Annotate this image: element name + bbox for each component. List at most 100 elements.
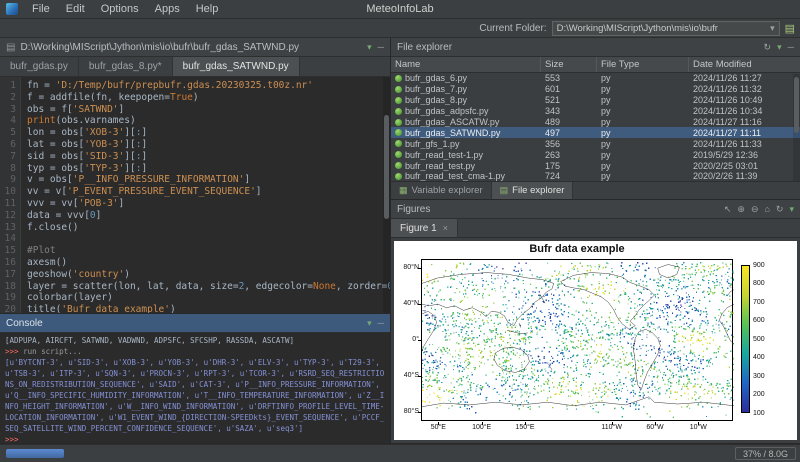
code-line: typ = obs['TYP-3'][:] [27,163,390,175]
map-plot[interactable] [421,259,733,421]
file-row[interactable]: bufr_gdas_6.py553py2024/11/26 11:27 [391,73,800,84]
figure-tabbar: Figure 1 × [391,219,800,238]
x-tick-mark [525,422,526,425]
file-row[interactable]: bufr_gdas_adpsfc.py343py2024/11/26 10:34 [391,106,800,117]
x-tick-label: 50°E [423,424,453,431]
full-extent-icon[interactable]: ⌂ [764,204,769,214]
file-row[interactable]: bufr_gdas_8.py521py2024/11/26 10:49 [391,95,800,106]
status-bar: 37% / 8.0G [0,444,800,462]
chevron-down-icon[interactable]: ▾ [770,23,775,34]
figure-canvas-area[interactable]: Bufr data example 50°E100°E150°E110°W60°… [394,241,797,440]
zoom-out-icon[interactable]: ⊖ [751,204,759,215]
column-name[interactable]: Name [391,57,541,72]
file-table: Name Size File Type Date Modified bufr_g… [391,57,800,181]
console-title: Console [6,318,43,329]
file-row[interactable]: bufr_gdas_7.py601py2024/11/26 11:32 [391,84,800,95]
x-tick-label: 60°W [640,424,670,431]
figures-title: Figures [397,204,430,215]
editor-tab-3[interactable]: bufr_gdas_SATWND.py [173,57,300,76]
colorbar-tick-label: 700 [753,299,765,306]
browse-folder-icon[interactable]: ▤ [785,22,795,35]
tab-file-explorer-label: File explorer [512,185,564,196]
py-file-icon [395,129,402,136]
file-table-header: Name Size File Type Date Modified [391,57,800,73]
y-tick-mark [418,268,421,269]
colorbar [741,265,750,413]
menu-options[interactable]: Options [93,3,147,15]
y-tick-mark [418,340,421,341]
menu-file[interactable]: File [24,3,58,15]
code-line: axesm() [27,257,390,269]
code-line: lon = obs['XOB-3'][:] [27,127,390,139]
x-tick-label: 100°E [467,424,497,431]
zoom-in-icon[interactable]: ⊕ [737,204,745,215]
file-row[interactable]: bufr_gfs_1.py356py2024/11/26 11:33 [391,138,800,149]
code-line: obs = f['SATWND'] [27,104,390,116]
code-line: layer = scatter(lon, lat, data, size=2, … [27,281,390,293]
py-file-icon [395,75,402,82]
code-line: f.close() [27,222,390,234]
file-row[interactable]: bufr_read_test.py175py2020/2/25 03:01 [391,160,800,171]
menu-edit[interactable]: Edit [58,3,93,15]
refresh-icon[interactable]: ↻ [764,42,772,53]
editor-scrollbar[interactable] [383,77,390,313]
console-line: >>> [5,434,385,443]
py-file-icon [395,151,402,158]
progress-bar [6,449,64,458]
column-date-modified[interactable]: Date Modified [689,57,800,72]
column-size[interactable]: Size [541,57,597,72]
colorbar-tick-label: 100 [753,410,765,417]
file-list-scrollbar[interactable] [793,74,800,181]
editor-tab-1[interactable]: bufr_gdas.py [0,57,79,76]
float-panel-icon[interactable]: ▾ [367,318,372,329]
table-icon: ▦ [399,185,408,196]
py-file-icon [395,162,402,169]
menu-help[interactable]: Help [188,3,227,15]
current-folder-value: D:\Working\MIScript\Jython\mis\io\bufr [557,23,718,34]
tab-variable-explorer[interactable]: ▦ Variable explorer [391,182,492,199]
code-editor[interactable]: 1234567891011121314151617181920 fn = 'D:… [0,77,390,313]
colorbar-tick-label: 300 [753,373,765,380]
file-explorer-header: File explorer ↻▾─ [391,38,800,57]
y-tick-mark [418,412,421,413]
code-line: vvv = vv['POB-3'] [27,198,390,210]
x-tick-mark [612,422,613,425]
current-folder-combobox[interactable]: D:\Working\MIScript\Jython\mis\io\bufr ▾ [552,21,780,36]
minimize-panel-icon[interactable]: ─ [788,42,794,52]
code-line: fn = 'D:/Temp/bufr/prepbufr.gdas.2023032… [27,80,390,92]
py-file-icon [395,86,402,93]
float-panel-icon[interactable]: ▾ [367,42,372,53]
x-tick-mark [698,422,699,425]
colorbar-tick-label: 800 [753,280,765,287]
tab-file-explorer[interactable]: ▤ File explorer [492,182,574,199]
tab-variable-explorer-label: Variable explorer [412,185,483,196]
file-row[interactable]: bufr_gdas_ASCATW.py489py2024/11/27 11:16 [391,117,800,128]
minimize-panel-icon[interactable]: ─ [378,318,384,328]
colorbar-tick-label: 200 [753,391,765,398]
py-file-icon [395,119,402,126]
close-icon[interactable]: × [443,223,448,233]
editor-file-path: D:\Working\MIScript\Jython\mis\io\bufr\b… [20,42,299,53]
figure-area: Bufr data example 50°E100°E150°E110°W60°… [391,238,800,443]
code-line [27,233,390,245]
tab-figure-1[interactable]: Figure 1 × [391,219,458,237]
code-text[interactable]: fn = 'D:/Temp/bufr/prepbufr.gdas.2023032… [21,77,390,313]
file-explorer-panel: File explorer ↻ ▾ ─ Name Size File Type Da… [391,38,800,200]
menu-apps[interactable]: Apps [147,3,188,15]
y-tick-label: 40°S [395,372,419,379]
refresh-icon[interactable]: ↻ [776,204,784,215]
file-row[interactable]: bufr_gdas_SATWND.py497py2024/11/27 11:11 [391,127,800,138]
float-panel-icon[interactable]: ▾ [777,42,782,53]
float-panel-icon[interactable]: ▾ [789,204,794,215]
console-panel: Console ▾ ─ [ADPUPA, AIRCFT, SATWND, VADW… [0,314,390,444]
console-output[interactable]: [ADPUPA, AIRCFT, SATWND, VADWND, ADPSFC,… [0,333,390,443]
file-row[interactable]: bufr_read_test_cma-1.py724py2020/2/26 11… [391,171,800,181]
minimize-panel-icon[interactable]: ─ [378,42,384,52]
editor-tab-2[interactable]: bufr_gdas_8.py* [79,57,173,76]
cursor-icon[interactable]: ↖ [724,204,732,215]
column-file-type[interactable]: File Type [597,57,689,72]
colorbar-tick-label: 900 [753,262,765,269]
memory-indicator: 37% / 8.0G [735,447,796,460]
file-row[interactable]: bufr_read_test-1.py263py2019/5/29 12:36 [391,149,800,160]
py-file-icon [395,173,402,180]
